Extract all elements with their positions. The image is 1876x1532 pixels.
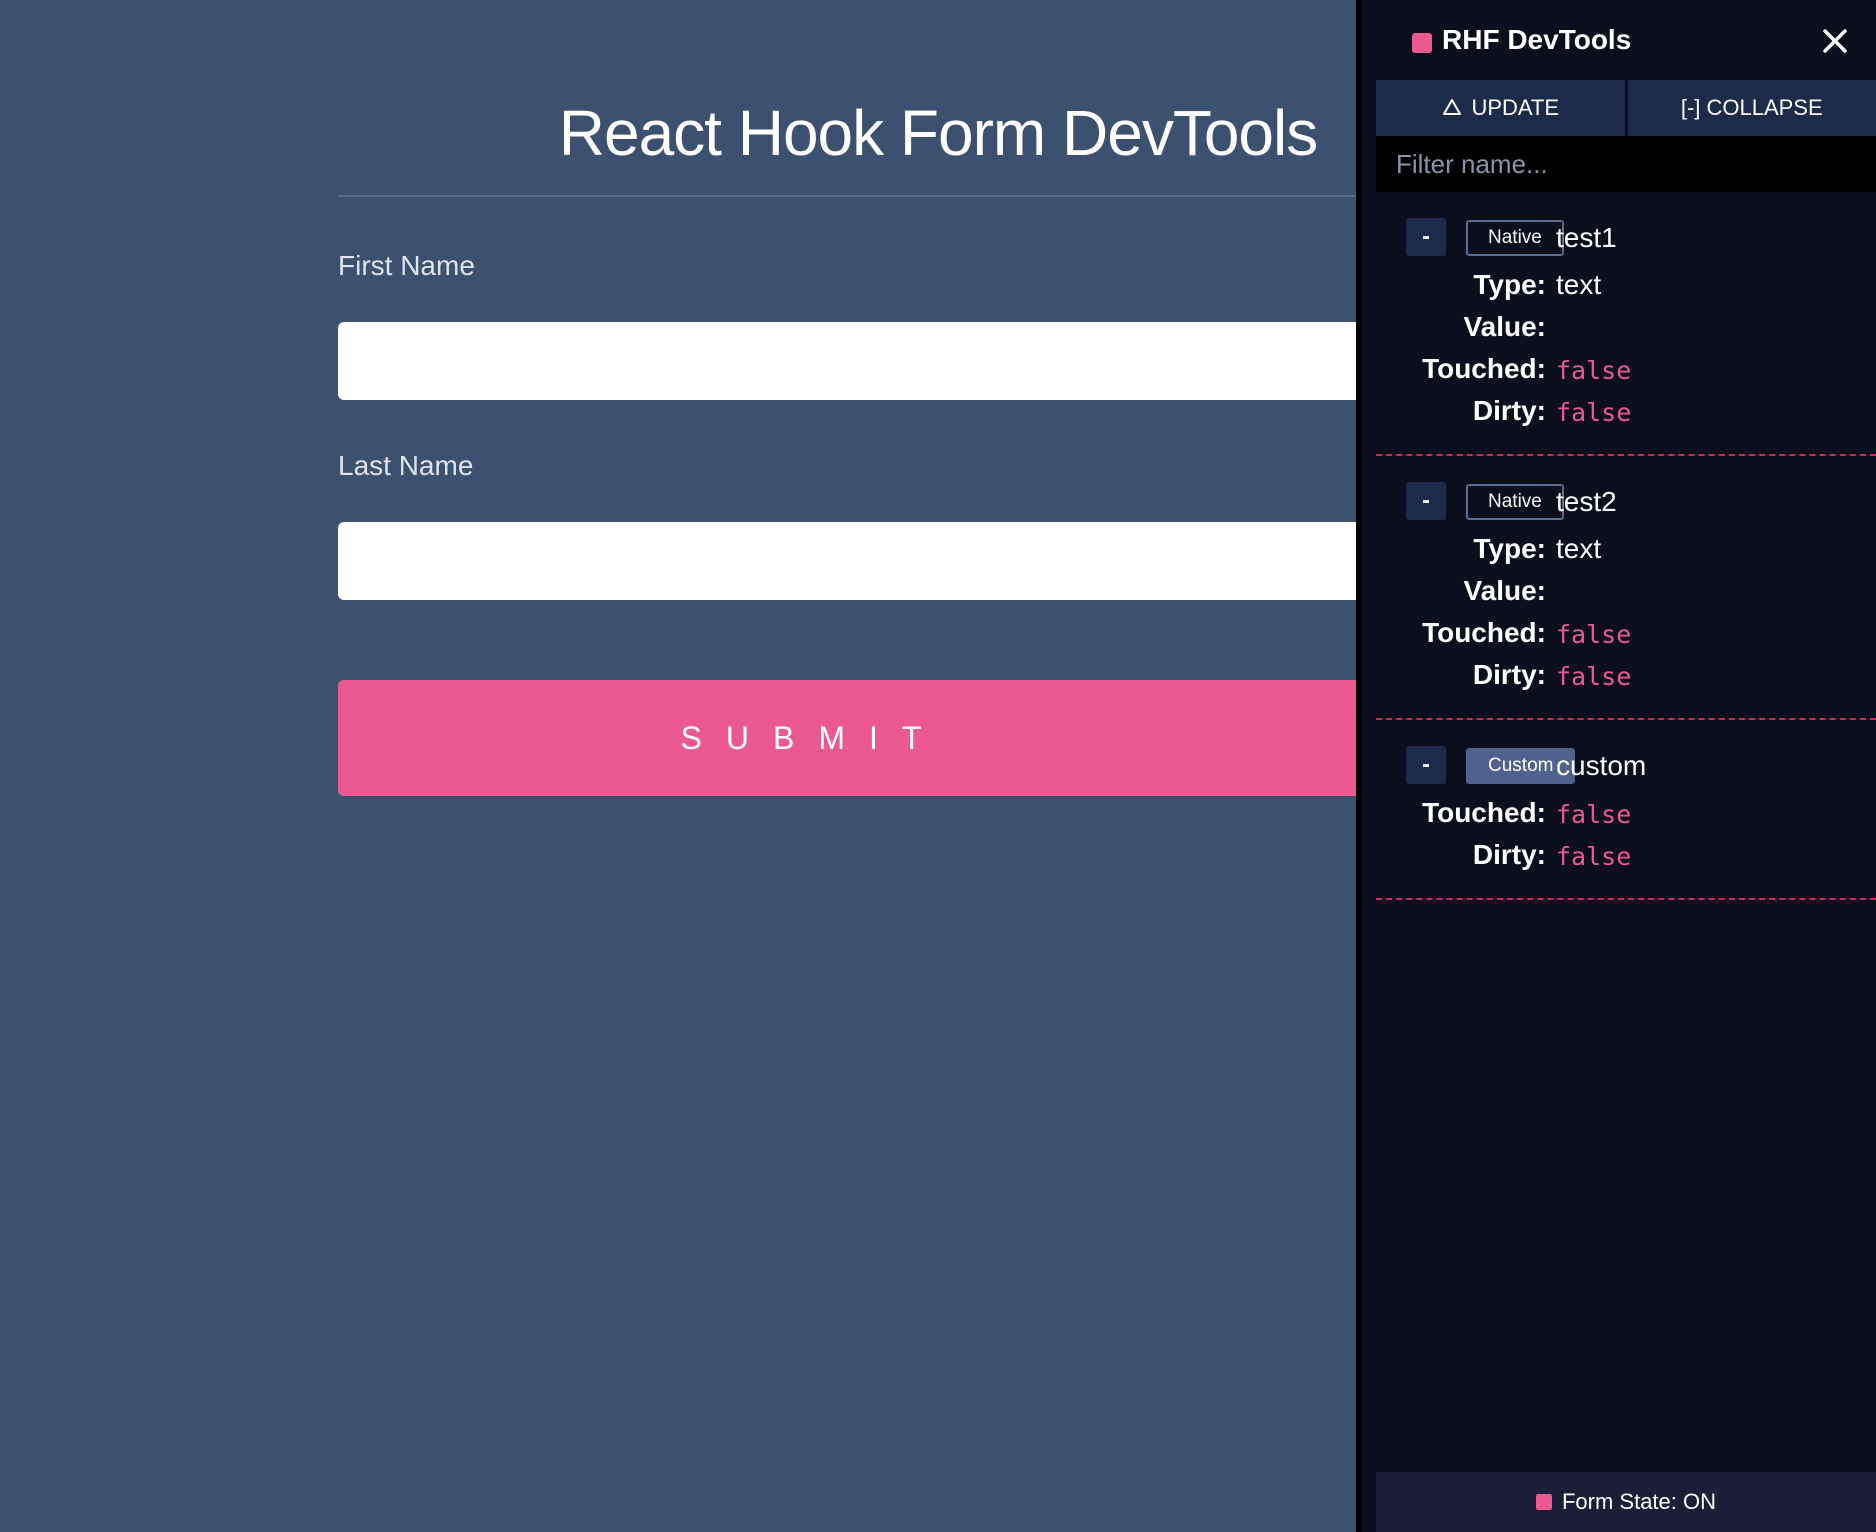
devtools-title: RHF DevTools — [1442, 24, 1632, 55]
field-key: Type: — [1473, 269, 1546, 300]
update-button[interactable]: UPDATE — [1376, 80, 1625, 136]
filter-input[interactable] — [1376, 136, 1876, 192]
field-key: Touched: — [1422, 797, 1546, 828]
field-value: false — [1556, 356, 1632, 385]
field-name: test1 — [1556, 222, 1617, 253]
field-key: Dirty: — [1472, 659, 1546, 690]
field-value: text — [1556, 533, 1602, 564]
collapse-button[interactable]: [-] COLLAPSE — [1627, 80, 1876, 136]
collapse-label: [-] COLLAPSE — [1680, 95, 1823, 120]
field-value: false — [1556, 398, 1632, 427]
devtools-actions: UPDATE [-] COLLAPSE — [1376, 80, 1876, 136]
field-entry-test2: - Native test2 Type: text Value: Touched… — [1376, 456, 1876, 720]
field-entry-test1: - Native test1 Type: text Value: Touched… — [1376, 192, 1876, 456]
page: React Hook Form DevTools First Name Last… — [0, 0, 1876, 1532]
field-key: Touched: — [1422, 617, 1546, 648]
form-state-label: Form State: ON — [1561, 1489, 1717, 1514]
field-key: Touched: — [1422, 353, 1546, 384]
last-name-label: Last Name — [338, 450, 474, 481]
field-row: Touched: false — [1376, 353, 1876, 393]
field-row: Type: text — [1376, 533, 1876, 573]
field-row: Value: — [1376, 575, 1876, 615]
field-row: Touched: false — [1376, 617, 1876, 657]
field-value: false — [1556, 842, 1632, 871]
field-value: false — [1556, 620, 1632, 649]
devtools-header: RHF DevTools — [1376, 0, 1876, 80]
form-state-toggle[interactable]: Form State: ON — [1376, 1472, 1876, 1532]
close-icon[interactable] — [1818, 24, 1852, 58]
field-row: Dirty: false — [1376, 659, 1876, 699]
field-type-badge: Native — [1466, 220, 1564, 256]
field-key: Dirty: — [1472, 839, 1546, 870]
field-row: Touched: false — [1376, 797, 1876, 837]
field-value: text — [1556, 269, 1602, 300]
field-row: Value: — [1376, 311, 1876, 351]
form-state-indicator-icon — [1535, 1494, 1552, 1510]
field-entry-custom: - Custom custom Touched: false Dirty: fa… — [1376, 720, 1876, 900]
field-value: false — [1556, 800, 1632, 829]
field-name: test2 — [1556, 486, 1617, 517]
field-key: Value: — [1463, 575, 1546, 606]
field-toggle-button[interactable]: - — [1406, 746, 1446, 784]
field-name: custom — [1556, 750, 1647, 781]
field-key: Dirty: — [1472, 395, 1546, 426]
update-label: UPDATE — [1471, 95, 1560, 120]
field-type-badge: Native — [1466, 484, 1564, 520]
devtools-panel: RHF DevTools UPDATE [-] COLLAPSE - Nativ… — [1362, 0, 1876, 1532]
field-row: Type: text — [1376, 269, 1876, 309]
recycle-icon — [1443, 99, 1462, 115]
field-row: Dirty: false — [1376, 839, 1876, 879]
page-title: React Hook Form DevTools — [558, 97, 1318, 169]
devtools-logo-icon — [1412, 33, 1432, 53]
field-toggle-button[interactable]: - — [1406, 482, 1446, 520]
field-value: false — [1556, 662, 1632, 691]
field-key: Value: — [1463, 311, 1546, 342]
field-toggle-button[interactable]: - — [1406, 218, 1446, 256]
first-name-label: First Name — [338, 250, 475, 281]
field-key: Type: — [1473, 533, 1546, 564]
field-row: Dirty: false — [1376, 395, 1876, 435]
